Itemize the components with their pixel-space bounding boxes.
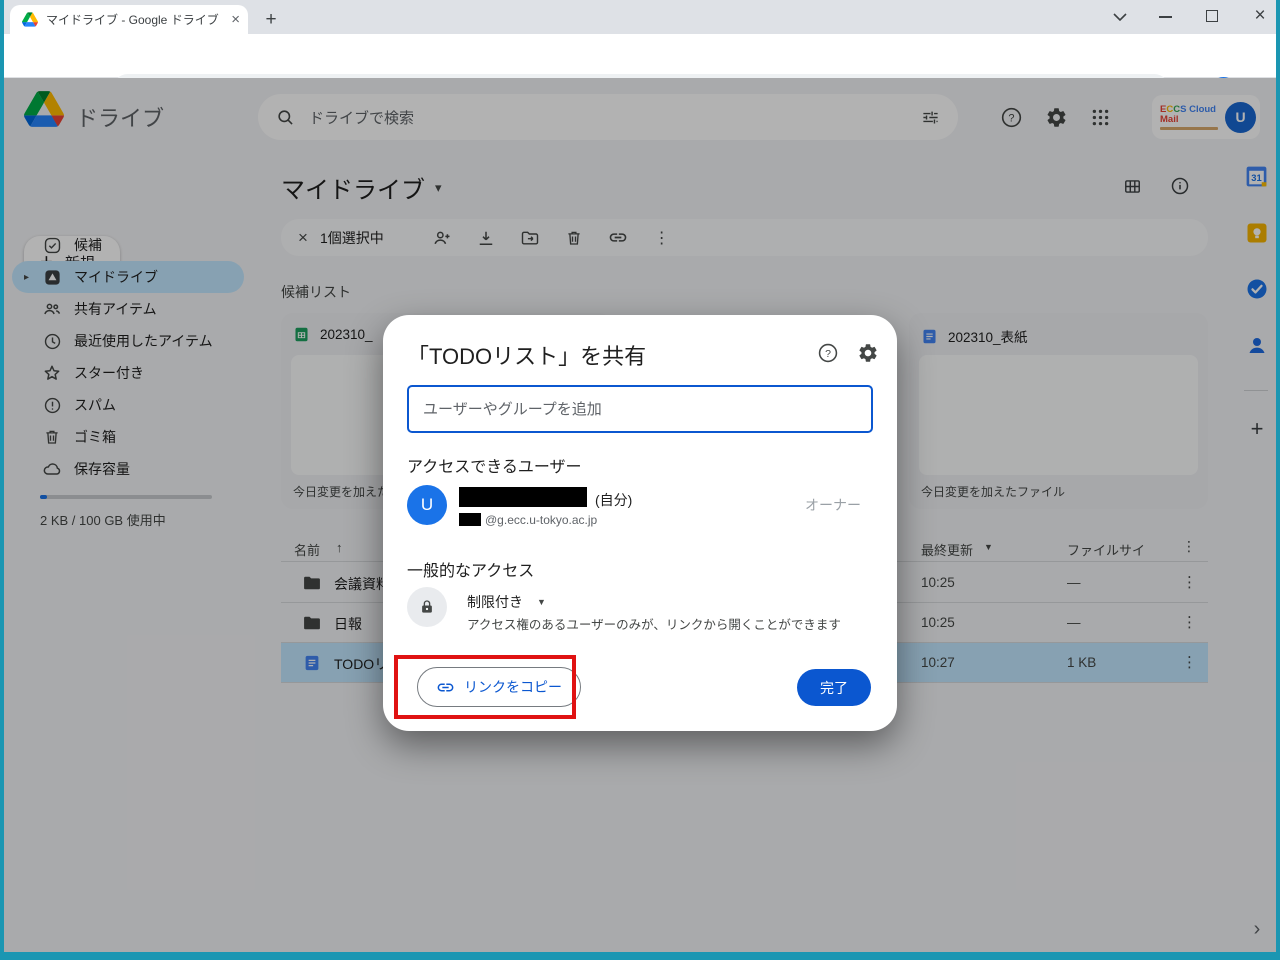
window-maximize-button[interactable] — [1206, 10, 1218, 22]
frame-border-bottom — [0, 952, 1280, 960]
drive-favicon-icon — [22, 12, 38, 27]
access-description: アクセス権のあるユーザーのみが、リンクから開くことができます — [467, 614, 841, 633]
add-people-input[interactable] — [407, 385, 873, 433]
frame-border-left — [0, 0, 4, 960]
browser-toolbar: ← → ↻ drive.google.com/drive/my-drive ☆ … — [0, 34, 1280, 78]
tab-title: マイドライブ - Google ドライブ — [46, 11, 231, 28]
window-close-button[interactable]: × — [1248, 4, 1272, 28]
owner-role-label: オーナー — [805, 495, 861, 515]
owner-avatar: U — [407, 485, 447, 525]
dropdown-caret-icon: ▼ — [537, 597, 546, 607]
access-level-dropdown[interactable]: 制限付き ▼ — [467, 592, 546, 612]
share-dialog-title: 「TODOリスト」を共有 — [407, 339, 646, 371]
window-menu-chevron-icon[interactable] — [1108, 10, 1132, 24]
browser-tab[interactable]: マイドライブ - Google ドライブ × — [10, 5, 248, 34]
dialog-help-icon[interactable]: ? — [816, 341, 840, 365]
owner-email-suffix: @g.ecc.u-tokyo.ac.jp — [485, 513, 597, 527]
svg-text:?: ? — [825, 348, 831, 360]
general-access-heading: 一般的なアクセス — [407, 557, 534, 581]
restricted-lock-icon — [407, 587, 447, 627]
done-button[interactable]: 完了 — [797, 669, 871, 706]
dialog-settings-icon[interactable] — [856, 341, 880, 365]
annotation-red-box — [394, 655, 576, 719]
people-with-access-heading: アクセスできるユーザー — [407, 453, 582, 477]
owner-self-label: (自分) — [595, 490, 632, 510]
frame-border-right — [1276, 0, 1280, 960]
window-minimize-button[interactable] — [1159, 16, 1172, 18]
owner-email-redacted — [459, 513, 481, 526]
owner-name-redacted — [459, 487, 587, 507]
browser-tab-strip: マイドライブ - Google ドライブ × + × — [0, 0, 1280, 34]
tab-close-icon[interactable]: × — [231, 11, 240, 28]
new-tab-button[interactable]: + — [258, 7, 284, 33]
